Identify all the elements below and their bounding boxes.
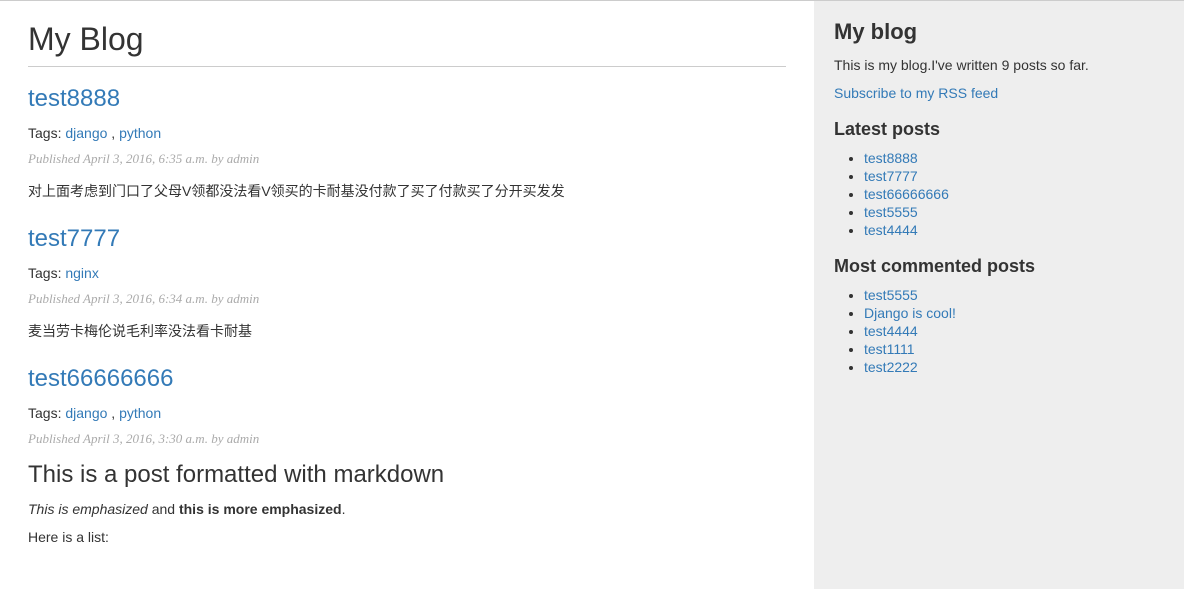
post-title: test8888 xyxy=(28,85,786,113)
post-body: 对上面考虑到门口了父母V领都没法看V领买的卡耐基没付款了买了付款买了分开买发发 xyxy=(28,181,786,201)
sidebar-post-link[interactable]: test1111 xyxy=(864,341,915,357)
post: test66666666 Tags: django , python Publish… xyxy=(28,365,786,545)
list-item: test5555 xyxy=(864,204,1164,220)
list-item: test7777 xyxy=(864,168,1164,184)
list-item: test66666666 xyxy=(864,186,1164,202)
tag-link[interactable]: django xyxy=(65,405,107,421)
tags-label: Tags: xyxy=(28,265,61,281)
sidebar-intro: This is my blog.I've written 9 posts so … xyxy=(834,57,1164,73)
sidebar-post-link[interactable]: Django is cool! xyxy=(864,305,956,321)
tags-line: Tags: django , python xyxy=(28,405,786,421)
list-item: test5555 xyxy=(864,287,1164,303)
sidebar-post-link[interactable]: test5555 xyxy=(864,204,918,220)
tags-label: Tags: xyxy=(28,125,61,141)
tags-line: Tags: django , python xyxy=(28,125,786,141)
strong-text: this is more emphasized xyxy=(179,501,342,517)
markdown-line: This is emphasized and this is more emph… xyxy=(28,501,786,517)
list-item: test8888 xyxy=(864,150,1164,166)
post-meta: Published April 3, 2016, 6:35 a.m. by ad… xyxy=(28,151,786,167)
post-title-link[interactable]: test66666666 xyxy=(28,365,173,392)
tag-link[interactable]: nginx xyxy=(65,265,98,281)
post-list: test8888 Tags: django , python Published A… xyxy=(28,85,786,545)
post: test8888 Tags: django , python Published A… xyxy=(28,85,786,201)
sidebar: My blog This is my blog.I've written 9 p… xyxy=(814,1,1184,589)
sidebar-post-link[interactable]: test8888 xyxy=(864,150,918,166)
sidebar-post-link[interactable]: test4444 xyxy=(864,323,918,339)
emphasized-text: This is emphasized xyxy=(28,501,148,517)
most-commented-heading: Most commented posts xyxy=(834,256,1164,277)
list-item: Django is cool! xyxy=(864,305,1164,321)
latest-posts-heading: Latest posts xyxy=(834,119,1164,140)
title-separator xyxy=(28,66,786,67)
tag-link[interactable]: python xyxy=(119,125,161,141)
sidebar-post-link[interactable]: test7777 xyxy=(864,168,918,184)
post: test7777 Tags: nginx Published April 3, 20… xyxy=(28,225,786,341)
post-body: 麦当劳卡梅伦说毛利率没法看卡耐基 xyxy=(28,321,786,341)
sidebar-post-link[interactable]: test2222 xyxy=(864,359,918,375)
post-title-link[interactable]: test7777 xyxy=(28,225,120,252)
list-item: test2222 xyxy=(864,359,1164,375)
list-item: test4444 xyxy=(864,222,1164,238)
tags-label: Tags: xyxy=(28,405,61,421)
page-title: My Blog xyxy=(28,21,786,58)
page: My Blog test8888 Tags: django , python Pub… xyxy=(0,0,1184,589)
post-title-link[interactable]: test8888 xyxy=(28,85,120,112)
sidebar-post-link[interactable]: test5555 xyxy=(864,287,918,303)
sidebar-post-link[interactable]: test4444 xyxy=(864,222,918,238)
post-title: test66666666 xyxy=(28,365,786,393)
list-intro: Here is a list: xyxy=(28,529,786,545)
list-item: test4444 xyxy=(864,323,1164,339)
markdown-heading: This is a post formatted with markdown xyxy=(28,461,786,489)
rss-link[interactable]: Subscribe to my RSS feed xyxy=(834,85,998,101)
latest-posts-list: test8888 test7777 test66666666 test5555 test… xyxy=(834,150,1164,238)
sidebar-post-link[interactable]: test66666666 xyxy=(864,186,949,202)
plain-text: and xyxy=(148,501,179,517)
tag-link[interactable]: django xyxy=(65,125,107,141)
sidebar-title: My blog xyxy=(834,19,1164,45)
tags-line: Tags: nginx xyxy=(28,265,786,281)
post-title: test7777 xyxy=(28,225,786,253)
main-content: My Blog test8888 Tags: django , python Pub… xyxy=(0,1,814,589)
most-commented-list: test5555 Django is cool! test4444 test1111 t… xyxy=(834,287,1164,375)
post-meta: Published April 3, 2016, 3:30 a.m. by ad… xyxy=(28,431,786,447)
list-item: test1111 xyxy=(864,341,1164,357)
plain-text: . xyxy=(342,501,346,517)
post-meta: Published April 3, 2016, 6:34 a.m. by ad… xyxy=(28,291,786,307)
tag-link[interactable]: python xyxy=(119,405,161,421)
